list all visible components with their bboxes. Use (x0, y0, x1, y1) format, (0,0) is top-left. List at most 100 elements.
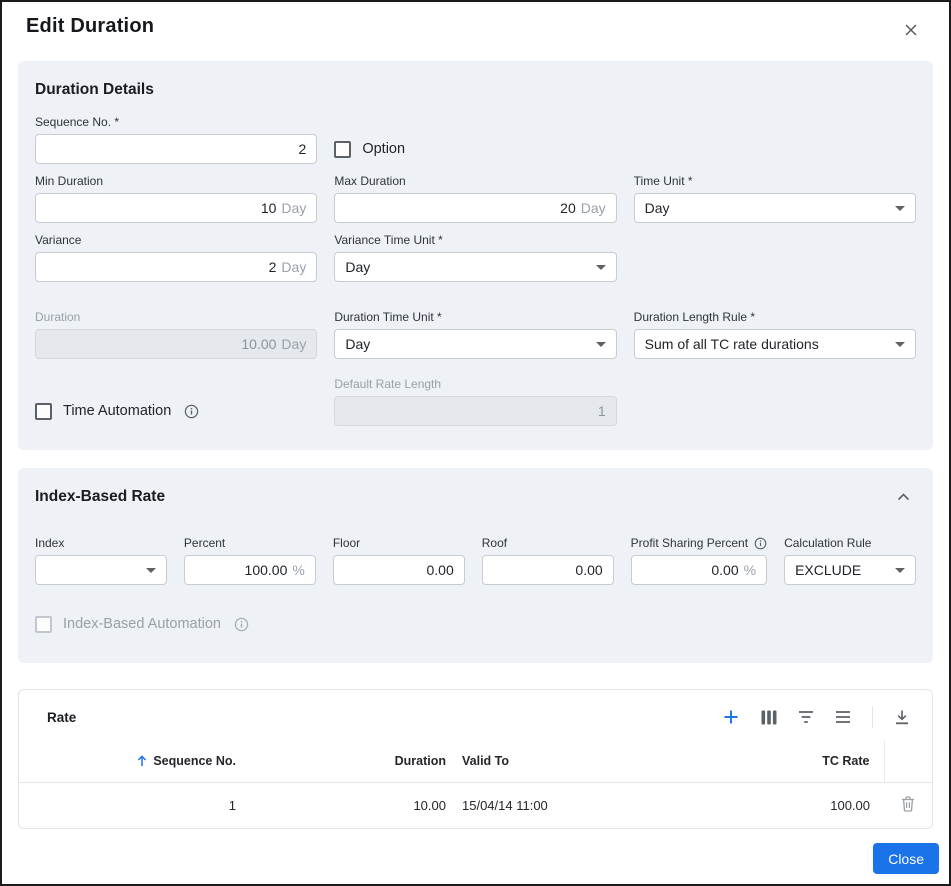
index-select[interactable] (35, 555, 167, 585)
column-header-label: Duration (395, 754, 446, 768)
column-header-valid-to[interactable]: Valid To (454, 740, 709, 783)
profit-sharing-value: 0.00 (711, 562, 738, 578)
column-header-sequence-no[interactable]: Sequence No. (19, 740, 244, 783)
table-row[interactable]: 1 10.00 15/04/14 11:00 100.00 (19, 783, 932, 829)
duration-length-rule-field-group: Duration Length Rule * Sum of all TC rat… (634, 310, 916, 359)
cell-duration: 10.00 (244, 783, 454, 829)
cell-sequence-no: 1 (19, 783, 244, 829)
duration-time-unit-select[interactable]: Day (334, 329, 616, 359)
roof-value: 0.00 (575, 562, 602, 578)
info-icon (234, 617, 249, 632)
index-based-rate-header: Index-Based Rate (35, 488, 916, 506)
filter-icon[interactable] (798, 710, 814, 724)
min-duration-input[interactable]: 10 Day (35, 193, 317, 223)
percent-suffix: % (292, 562, 304, 578)
rate-table-toolbar: Rate (19, 690, 932, 736)
cell-tc-rate: 100.00 (709, 783, 884, 829)
row-height-icon[interactable] (835, 710, 851, 724)
time-automation-checkbox[interactable] (35, 403, 52, 420)
delete-row-icon[interactable] (901, 796, 915, 812)
duration-suffix: Day (281, 336, 306, 352)
max-duration-suffix: Day (581, 200, 606, 216)
index-based-rate-heading: Index-Based Rate (35, 488, 165, 506)
dialog-title: Edit Duration (26, 12, 154, 40)
default-rate-length-field-group: Default Rate Length 1 (334, 377, 616, 426)
option-checkbox-label: Option (362, 141, 405, 157)
variance-time-unit-value: Day (345, 259, 370, 275)
duration-length-rule-label: Duration Length Rule * (634, 310, 916, 324)
add-row-icon[interactable] (722, 708, 740, 726)
duration-details-section: Duration Details Sequence No. * 2 Option… (18, 61, 933, 450)
duration-time-unit-value: Day (345, 336, 370, 352)
rate-table: Sequence No. Duration Valid To TC Rate 1… (19, 740, 932, 828)
time-unit-value: Day (645, 200, 670, 216)
close-icon[interactable] (895, 14, 927, 46)
profit-sharing-suffix: % (744, 562, 756, 578)
column-header-actions (884, 740, 932, 783)
duration-length-rule-select[interactable]: Sum of all TC rate durations (634, 329, 916, 359)
variance-input[interactable]: 2 Day (35, 252, 317, 282)
option-checkbox-group: Option (334, 134, 616, 164)
info-icon (754, 537, 767, 550)
calculation-rule-label: Calculation Rule (784, 536, 916, 550)
duration-label: Duration (35, 310, 317, 324)
index-based-rate-section: Index-Based Rate Index Percent 100.00 % (18, 468, 933, 663)
index-field-group: Index (35, 536, 167, 585)
profit-sharing-input[interactable]: 0.00 % (631, 555, 767, 585)
sequence-no-value: 2 (299, 141, 307, 157)
column-header-label: TC Rate (822, 754, 869, 768)
column-header-tc-rate[interactable]: TC Rate (709, 740, 884, 783)
calculation-rule-field-group: Calculation Rule EXCLUDE (784, 536, 916, 585)
row-variance: Variance 2 Day Variance Time Unit * Day (35, 233, 916, 282)
roof-field-group: Roof 0.00 (482, 536, 614, 585)
default-rate-length-label: Default Rate Length (334, 377, 616, 391)
duration-input: 10.00 Day (35, 329, 317, 359)
toolbar-icons (722, 706, 910, 728)
variance-time-unit-select[interactable]: Day (334, 252, 616, 282)
download-icon[interactable] (894, 709, 910, 725)
percent-input[interactable]: 100.00 % (184, 555, 316, 585)
chevron-up-icon[interactable] (891, 489, 916, 505)
column-header-label: Sequence No. (153, 754, 236, 768)
variance-value: 2 (269, 259, 277, 275)
floor-field-group: Floor 0.00 (333, 536, 465, 585)
time-unit-select[interactable]: Day (634, 193, 916, 223)
sequence-no-label: Sequence No. * (35, 115, 317, 129)
variance-label: Variance (35, 233, 317, 247)
index-based-automation-label: Index-Based Automation (63, 616, 221, 632)
duration-time-unit-field-group: Duration Time Unit * Day (334, 310, 616, 359)
percent-value: 100.00 (245, 562, 288, 578)
roof-input[interactable]: 0.00 (482, 555, 614, 585)
default-rate-length-input: 1 (334, 396, 616, 426)
chevron-down-icon (895, 206, 905, 211)
min-duration-value: 10 (261, 200, 277, 216)
sort-asc-icon[interactable] (136, 755, 148, 767)
close-button[interactable]: Close (873, 843, 939, 874)
min-duration-suffix: Day (281, 200, 306, 216)
rate-table-section: Rate (18, 689, 933, 829)
chevron-down-icon (596, 265, 606, 270)
duration-length-rule-value: Sum of all TC rate durations (645, 336, 819, 352)
columns-icon[interactable] (761, 710, 777, 725)
chevron-down-icon (146, 568, 156, 573)
variance-time-unit-field-group: Variance Time Unit * Day (334, 233, 616, 282)
default-rate-length-value: 1 (598, 403, 606, 419)
floor-input[interactable]: 0.00 (333, 555, 465, 585)
index-based-automation-checkbox (35, 616, 52, 633)
calculation-rule-value: EXCLUDE (795, 562, 861, 578)
variance-suffix: Day (281, 259, 306, 275)
option-checkbox[interactable] (334, 141, 351, 158)
profit-sharing-field-group: Profit Sharing Percent 0.00 % (631, 536, 767, 585)
calculation-rule-select[interactable]: EXCLUDE (784, 555, 916, 585)
row-min-max-unit: Min Duration 10 Day Max Duration 20 Day … (35, 174, 916, 223)
max-duration-input[interactable]: 20 Day (334, 193, 616, 223)
rate-table-header-row: Sequence No. Duration Valid To TC Rate (19, 740, 932, 783)
sequence-no-input[interactable]: 2 (35, 134, 317, 164)
roof-label: Roof (482, 536, 614, 550)
chevron-down-icon (895, 342, 905, 347)
percent-label: Percent (184, 536, 316, 550)
column-header-duration[interactable]: Duration (244, 740, 454, 783)
duration-value: 10.00 (241, 336, 276, 352)
min-duration-label: Min Duration (35, 174, 317, 188)
variance-time-unit-label: Variance Time Unit * (334, 233, 616, 247)
